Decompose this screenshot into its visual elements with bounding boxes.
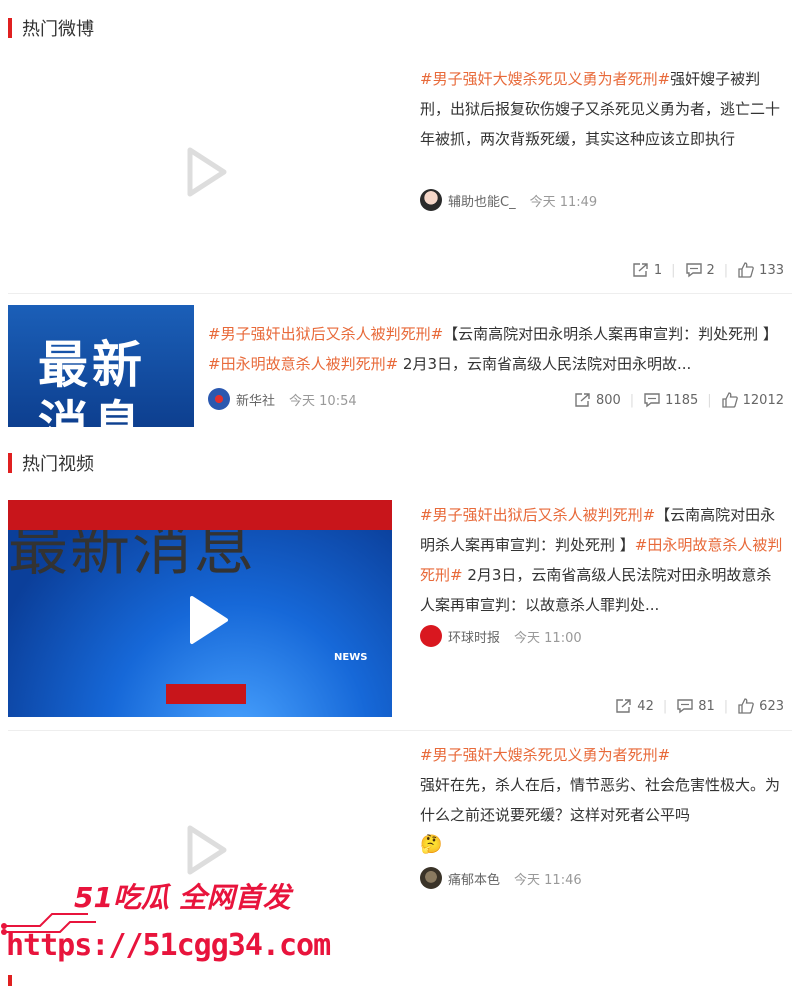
thumbnail-text-2: 消息: [38, 396, 146, 427]
avatar[interactable]: [208, 388, 230, 410]
post-content[interactable]: #男子强奸出狱后又杀人被判死刑#【云南高院对田永明杀人案再审宣判：判处死刑 】#…: [420, 500, 785, 620]
post-text: 2月3日，云南省高级人民法院对田永明故意杀人案再审宣判：以故意杀人罪判处...: [420, 566, 772, 614]
post-content[interactable]: #男子强奸大嫂杀死见义勇为者死刑# 强奸在先，杀人在后，情节恶劣、社会危害性极大。…: [420, 740, 785, 860]
section-bar: [8, 453, 12, 473]
post-meta: 辅助也能C_ 今天 11:49: [420, 188, 597, 212]
topic-tag[interactable]: #田永明故意杀人被判死刑#: [208, 355, 398, 373]
video-thumbnail[interactable]: [8, 60, 393, 285]
share-icon: [633, 263, 648, 277]
section-title-text: 热门视频: [22, 454, 94, 475]
share-icon: [575, 393, 590, 407]
watermark-title: 51吃瓜 全网首发: [74, 881, 291, 914]
like-button[interactable]: 623: [737, 698, 784, 714]
thumbs-up-icon: [738, 262, 755, 278]
like-button[interactable]: 12012: [721, 392, 784, 408]
comment-button[interactable]: 1185: [643, 392, 698, 408]
thumbnail-header-bar: [8, 500, 392, 530]
play-icon[interactable]: [184, 144, 230, 200]
newspaper-logo: [166, 684, 246, 704]
comment-count: 81: [698, 698, 715, 714]
share-button[interactable]: 42: [615, 698, 654, 714]
share-count: 42: [637, 698, 654, 714]
like-count: 133: [759, 262, 784, 278]
author-name[interactable]: 痛郁本色: [448, 869, 500, 888]
news-label: NEWS: [334, 652, 368, 663]
share-button[interactable]: 1: [632, 262, 662, 278]
post-time: 今天 11:00: [514, 630, 582, 646]
post-meta: 环球时报 今天 11:00: [420, 624, 582, 648]
post-time: 今天 11:46: [514, 872, 582, 888]
section-bar: [8, 18, 12, 38]
share-icon: [616, 699, 631, 713]
comment-count: 1185: [665, 392, 699, 408]
watermark: 51吃瓜 全网首发 https://51cgg34.com: [0, 870, 331, 980]
post-text: 2月3日，云南省高级人民法院对田永明故...: [398, 355, 692, 373]
comment-icon: [677, 699, 693, 714]
share-count: 800: [595, 392, 621, 408]
weibo-card-1[interactable]: #男子强奸大嫂杀死见义勇为者死刑#强奸嫂子被判刑，出狱后报复砍伤嫂子又杀死见义勇…: [0, 60, 800, 290]
watermark-url: https://51cgg34.com: [6, 928, 331, 963]
news-thumbnail[interactable]: 最新 消息: [8, 305, 194, 427]
play-icon[interactable]: [186, 592, 232, 648]
post-text: 强奸在先，杀人在后，情节恶劣、社会危害性极大。为什么之前还说要死缓？这样对死者公…: [420, 776, 781, 824]
post-meta: 痛郁本色 今天 11:46: [420, 866, 582, 890]
author-name[interactable]: 辅助也能C_: [448, 191, 516, 210]
video-card-1[interactable]: 最新消息 NEWS #男子强奸出狱后又杀人被判死刑#【云南高院对田永明杀人案再审…: [0, 500, 800, 725]
comment-icon: [685, 263, 702, 278]
post-time: 今天 11:49: [529, 194, 598, 210]
author-name[interactable]: 新华社: [236, 390, 275, 409]
post-time: 今天 10:54: [289, 393, 357, 409]
post-stats: 42 | 81 | 623: [615, 696, 784, 716]
thumbs-up-icon: [721, 392, 738, 408]
post-stats: 800 | 1185 | 12012: [574, 390, 784, 410]
like-count: 12012: [742, 392, 784, 408]
share-count: 1: [653, 262, 663, 278]
author-name[interactable]: 环球时报: [448, 627, 500, 646]
share-button[interactable]: 800: [574, 392, 621, 408]
post-meta: 新华社 今天 10:54: [208, 387, 357, 411]
divider: [8, 730, 792, 731]
avatar[interactable]: [420, 625, 442, 647]
post-stats: 1 | 2 | 133: [632, 260, 784, 280]
topic-tag[interactable]: #男子强奸大嫂杀死见义勇为者死刑#: [420, 70, 670, 88]
video-thumbnail[interactable]: 最新消息 NEWS: [8, 500, 392, 717]
thumbs-up-icon: [738, 698, 755, 714]
post-content[interactable]: #男子强奸出狱后又杀人被判死刑#【云南高院对田永明杀人案再审宣判：判处死刑 】 #…: [208, 319, 788, 379]
like-count: 623: [759, 698, 784, 714]
weibo-card-2[interactable]: 最新 消息 #男子强奸出狱后又杀人被判死刑#【云南高院对田永明杀人案再审宣判：判…: [0, 305, 800, 430]
section-title-text: 热门微博: [22, 19, 94, 40]
section-title-hot-video: 热门视频: [8, 451, 94, 475]
divider: [8, 293, 792, 294]
topic-tag[interactable]: #男子强奸大嫂杀死见义勇为者死刑#: [420, 746, 670, 764]
comment-count: 2: [706, 262, 715, 278]
post-content[interactable]: #男子强奸大嫂杀死见义勇为者死刑#强奸嫂子被判刑，出狱后报复砍伤嫂子又杀死见义勇…: [420, 64, 785, 154]
comment-button[interactable]: 81: [676, 698, 715, 714]
section-title-hot-weibo: 热门微博: [8, 16, 94, 40]
like-button[interactable]: 133: [737, 262, 784, 278]
avatar[interactable]: [420, 867, 442, 889]
comment-button[interactable]: 2: [685, 262, 715, 278]
emoji: 🤔: [420, 834, 443, 855]
topic-tag[interactable]: #男子强奸出狱后又杀人被判死刑#: [420, 506, 655, 524]
avatar[interactable]: [420, 189, 442, 211]
topic-tag[interactable]: #男子强奸出狱后又杀人被判死刑#: [208, 325, 443, 343]
post-text: 【云南高院对田永明杀人案再审宣判：判处死刑 】: [443, 325, 778, 343]
comment-icon: [644, 393, 660, 408]
